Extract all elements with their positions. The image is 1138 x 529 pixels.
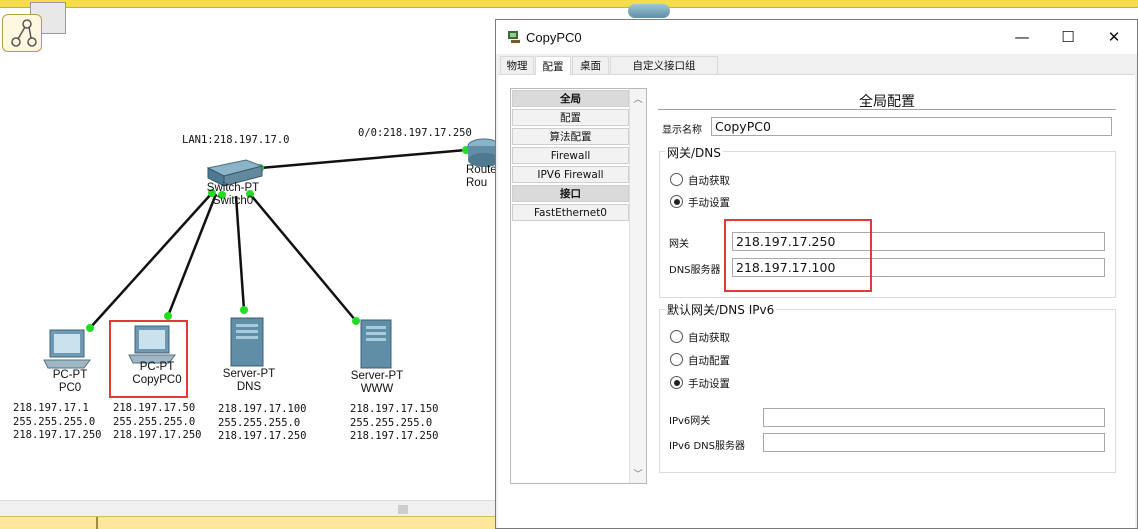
tab-desktop[interactable]: 桌面 — [572, 56, 609, 75]
radio-dhcp[interactable] — [670, 173, 683, 186]
link-switch-dns — [234, 195, 246, 311]
nav-item-global[interactable]: 全局 — [512, 90, 629, 107]
dialog-titlebar[interactable]: CopyPC0 — ☐ ✕ — [496, 20, 1137, 54]
default-gateway: 218.197.17.250 — [113, 429, 202, 441]
radio-static-label: 手动设置 — [688, 197, 730, 209]
link-switch-pc0 — [89, 192, 213, 329]
ip-address: 218.197.17.1 — [13, 402, 89, 414]
radio-ipv6-auto-config-label: 自动配置 — [688, 355, 730, 367]
close-button[interactable]: ✕ — [1091, 20, 1137, 54]
radio-dhcp-label: 自动获取 — [688, 175, 730, 187]
radio-ipv6-static[interactable] — [670, 376, 683, 389]
chevron-up-icon[interactable]: ︿ — [633, 93, 643, 105]
tab-config[interactable]: 配置 — [535, 56, 571, 76]
copypc0-ip-info: 218.197.17.50 255.255.255.0 218.197.17.2… — [113, 402, 202, 443]
topology-workspace[interactable]: LAN1:218.197.17.0 0/0:218.197.17.250 Swi… — [0, 0, 500, 529]
nav-item-fastethernet0[interactable]: FastEthernet0 — [512, 204, 629, 221]
subnet-mask: 255.255.255.0 — [113, 415, 196, 428]
chevron-down-icon[interactable]: ﹀ — [633, 468, 643, 480]
ipv6-dns-input[interactable] — [763, 433, 1105, 452]
pc0-ip-info: 218.197.17.1 255.255.255.0 218.197.17.25… — [13, 402, 102, 443]
dns-ip-info: 218.197.17.100 255.255.255.0 218.197.17.… — [218, 403, 307, 444]
nav-item-interface[interactable]: 接口 — [512, 185, 629, 202]
link-light — [240, 306, 248, 314]
default-gateway: 218.197.17.250 — [350, 430, 439, 442]
packet-tracer-window: LAN1:218.197.17.0 0/0:218.197.17.250 Swi… — [0, 0, 1138, 529]
close-icon: ✕ — [1107, 28, 1121, 46]
tab-physical[interactable]: 物理 — [500, 56, 534, 75]
radio-ipv6-static-label: 手动设置 — [688, 378, 730, 390]
ipv6-dns-label: IPv6 DNS服务器 — [669, 441, 745, 452]
device-type: PC-PT — [52, 369, 88, 381]
device-type: Server-PT — [350, 370, 404, 382]
subnet-mask: 255.255.255.0 — [218, 416, 301, 429]
device-config-dialog: CopyPC0 — ☐ ✕ 物理 配置 桌面 自定义接口组 全局 配置 算法配置… — [495, 19, 1138, 529]
device-name: DNS — [236, 381, 262, 393]
maximize-button[interactable]: ☐ — [1045, 20, 1091, 54]
server-icon — [360, 319, 392, 369]
router-port-label: 0/0:218.197.17.250 — [358, 127, 472, 139]
pc-app-icon — [508, 31, 520, 43]
link-switch-copypc0 — [166, 193, 218, 317]
dns-server-label[interactable]: Server-PT DNS — [214, 368, 284, 394]
ipv6-gateway-input[interactable] — [763, 408, 1105, 427]
ipv6-group-title: 默认网关/DNS IPv6 — [665, 301, 777, 318]
minimize-button[interactable]: — — [999, 20, 1045, 54]
nav-item-algorithm[interactable]: 算法配置 — [512, 128, 629, 145]
device-type: Server-PT — [222, 368, 276, 380]
nav-scrollbar[interactable]: ︿ ﹀ — [629, 89, 646, 483]
minimize-icon: — — [1014, 28, 1030, 46]
display-name-input[interactable]: CopyPC0 — [711, 117, 1112, 136]
www-server-label[interactable]: Server-PT WWW — [342, 370, 412, 396]
panel-divider — [658, 109, 1116, 110]
gateway-label: 网关 — [669, 239, 689, 250]
nav-item-ipv6-firewall[interactable]: IPV6 Firewall — [512, 166, 629, 183]
server-icon — [230, 317, 264, 367]
scrollbar-thumb[interactable] — [398, 505, 408, 514]
maximize-icon: ☐ — [1061, 28, 1075, 46]
ipv6-gateway-label: IPv6网关 — [669, 416, 711, 427]
device-name: WWW — [360, 383, 394, 395]
highlight-box — [724, 219, 872, 292]
config-nav-list: 全局 配置 算法配置 Firewall IPV6 Firewall 接口 Fas… — [510, 88, 647, 484]
link-light — [164, 312, 172, 320]
dns-server-label: DNS服务器 — [669, 265, 721, 276]
radio-ipv6-auto-obtain-label: 自动获取 — [688, 332, 730, 344]
switch-name: Switch0 — [212, 195, 254, 207]
config-content: 全局 配置 算法配置 Firewall IPV6 Firewall 接口 Fas… — [498, 75, 1135, 528]
radio-ipv6-auto-config[interactable] — [670, 353, 683, 366]
ip-address: 218.197.17.100 — [218, 403, 307, 415]
pc-icon — [43, 329, 91, 369]
www-ip-info: 218.197.17.150 255.255.255.0 218.197.17.… — [350, 403, 439, 444]
link-light — [352, 317, 360, 325]
tab-custom-interface[interactable]: 自定义接口组 — [610, 56, 718, 75]
link-light — [86, 324, 94, 332]
ip-address: 218.197.17.50 — [113, 402, 196, 414]
nav-item-firewall[interactable]: Firewall — [512, 147, 629, 164]
switch-type: Switch-PT — [206, 182, 260, 194]
lan-label: LAN1:218.197.17.0 — [182, 134, 290, 146]
link-switch-www — [249, 193, 357, 322]
link-switch-router — [259, 148, 467, 170]
ip-address: 218.197.17.150 — [350, 403, 439, 415]
device-icon-partial — [628, 4, 670, 18]
pc0-label[interactable]: PC-PT PC0 — [40, 369, 100, 395]
dialog-title: CopyPC0 — [526, 30, 582, 45]
workspace-horizontal-scrollbar[interactable] — [0, 500, 496, 516]
display-name-label: 显示名称 — [662, 125, 702, 136]
device-name: PC0 — [58, 382, 82, 394]
radio-ipv6-auto-obtain[interactable] — [670, 330, 683, 343]
switch-label[interactable]: Switch-PT Switch0 — [203, 182, 263, 208]
default-gateway: 218.197.17.250 — [13, 429, 102, 441]
subnet-mask: 255.255.255.0 — [13, 415, 96, 428]
dialog-tabs: 物理 配置 桌面 自定义接口组 — [498, 55, 1135, 76]
highlight-box — [109, 320, 188, 398]
gateway-dns-title: 网关/DNS — [665, 144, 723, 161]
status-divider — [96, 517, 98, 529]
subnet-mask: 255.255.255.0 — [350, 416, 433, 429]
default-gateway: 218.197.17.250 — [218, 430, 307, 442]
radio-static[interactable] — [670, 195, 683, 208]
panel-title: 全局配置 — [859, 94, 915, 110]
nav-item-settings[interactable]: 配置 — [512, 109, 629, 126]
